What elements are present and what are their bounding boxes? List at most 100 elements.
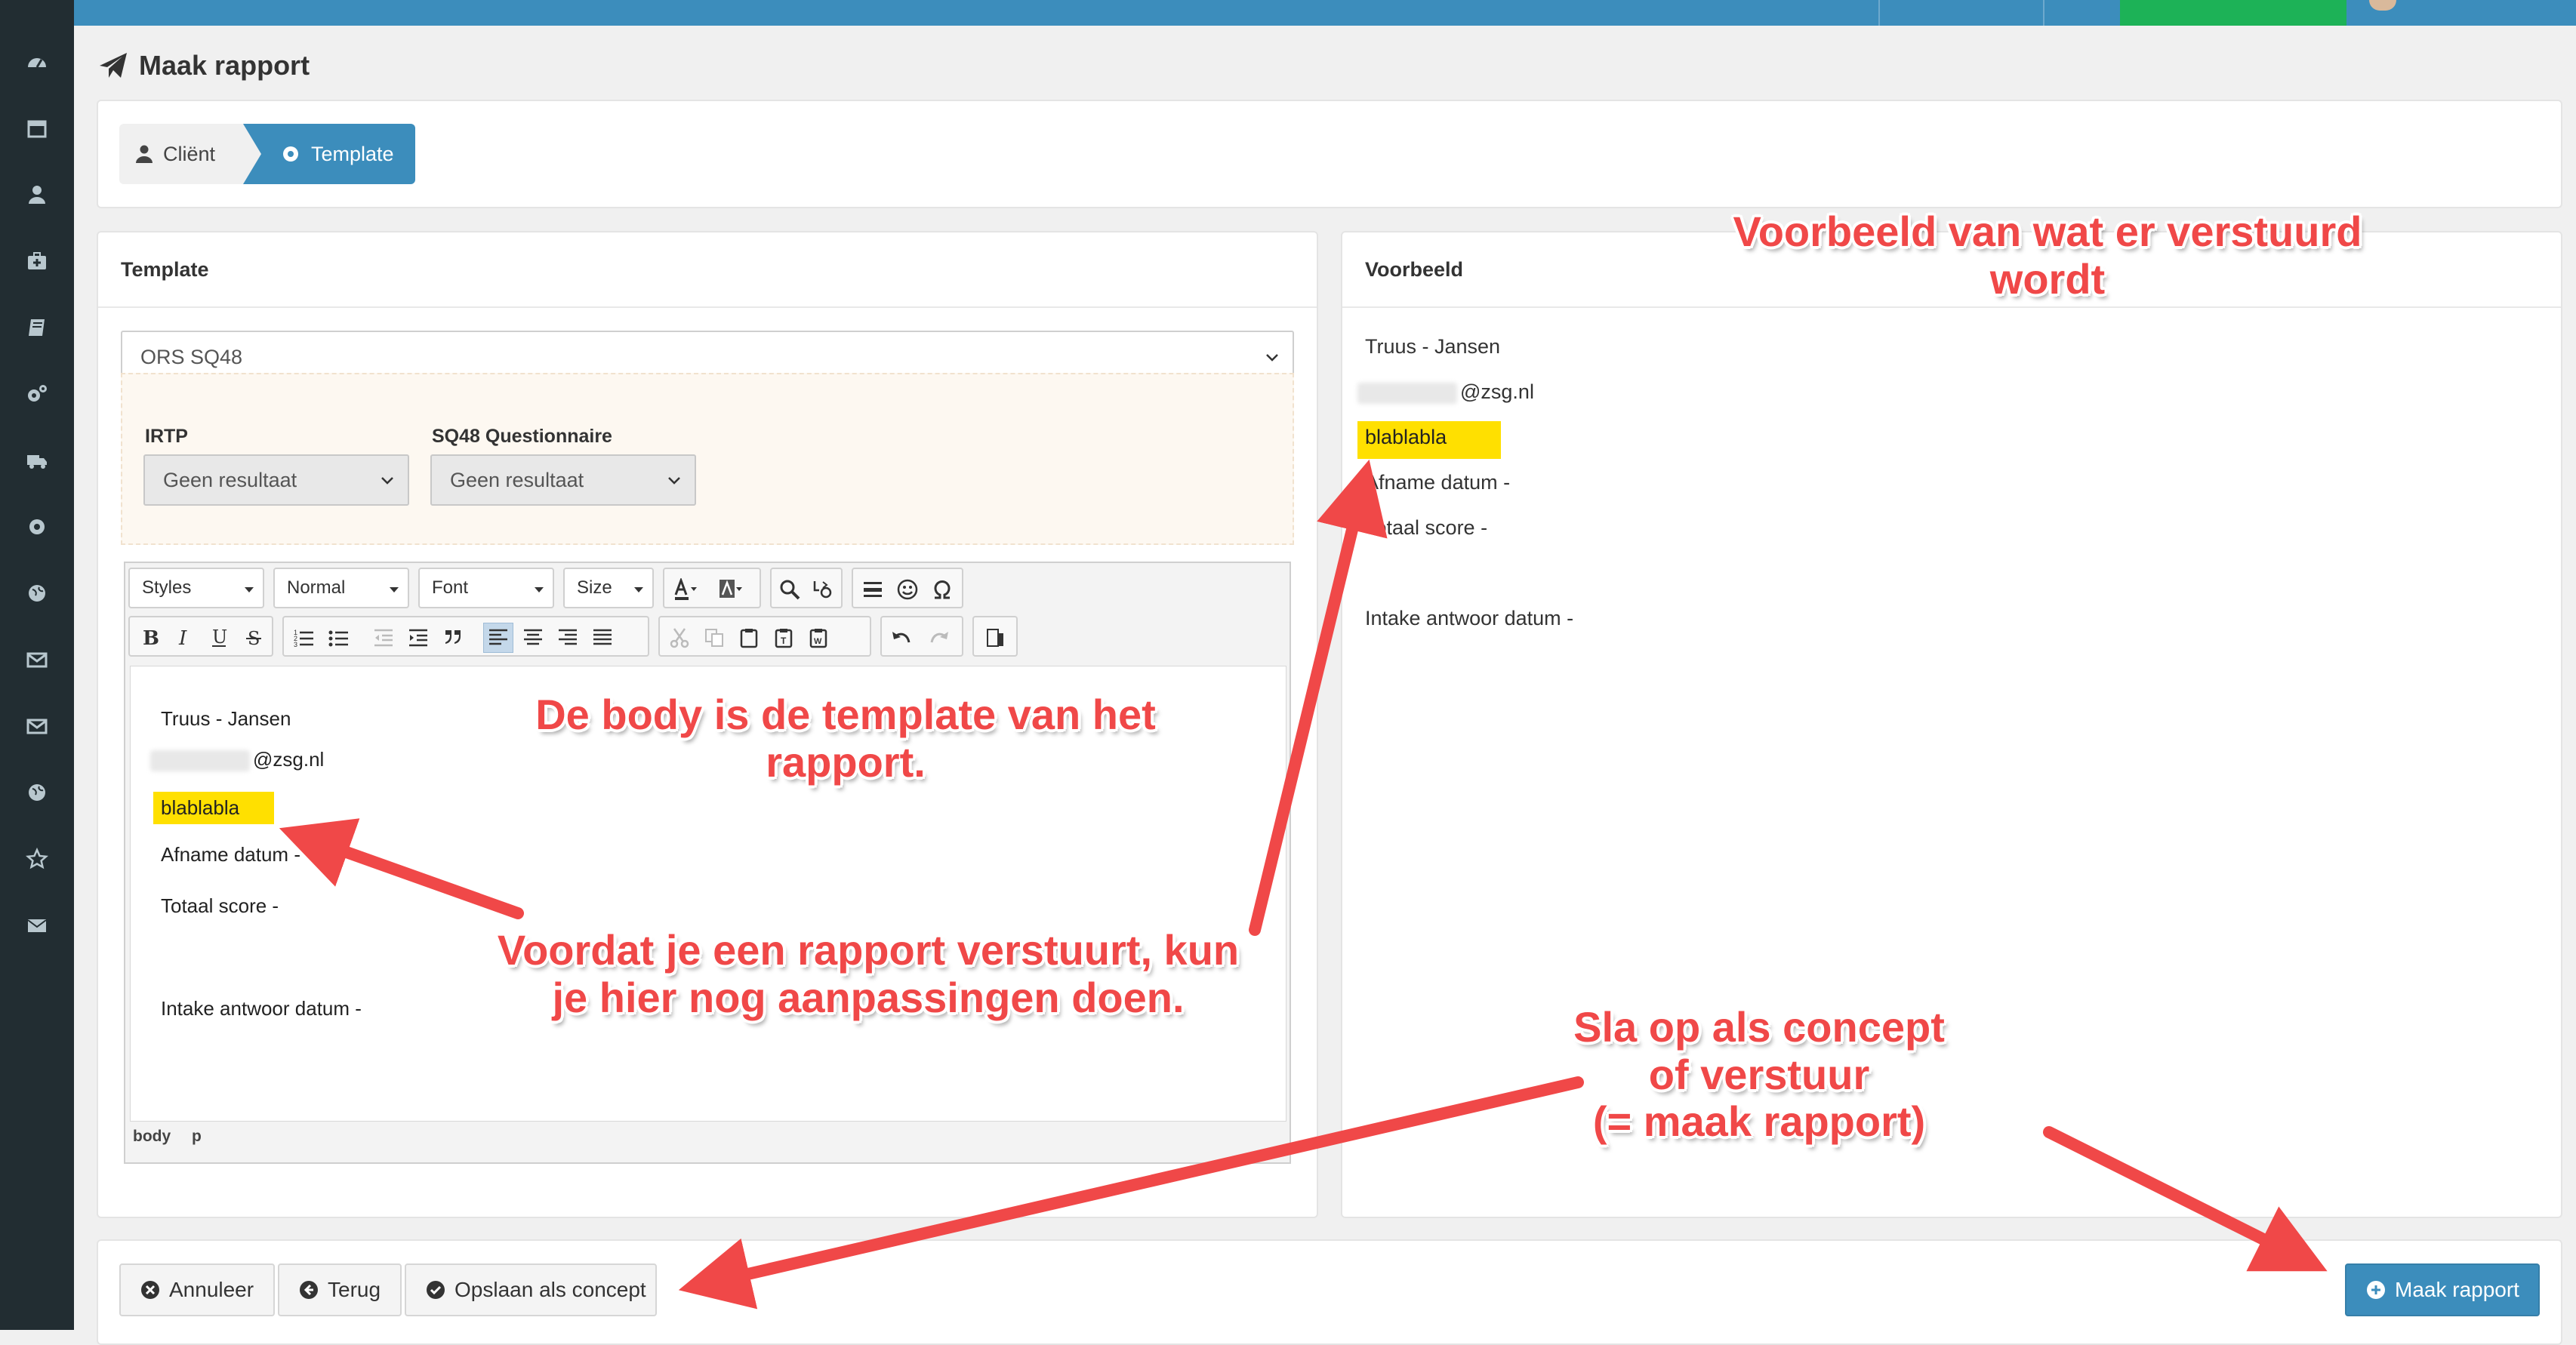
sidebar-item-web[interactable]	[20, 777, 54, 808]
paragraph-group: 123	[282, 616, 649, 657]
paste-button[interactable]	[734, 623, 764, 653]
align-right-icon	[559, 629, 577, 645]
italic-button[interactable]: I	[169, 623, 199, 653]
navbar-status-button[interactable]	[2120, 0, 2346, 26]
wizard-step-template[interactable]: Template	[243, 124, 415, 184]
numbered-list-button[interactable]: 123	[288, 623, 319, 653]
sidebar-item-settings[interactable]	[20, 512, 54, 542]
redacted-email	[1357, 382, 1457, 404]
sidebar-item-messages[interactable]	[20, 711, 54, 741]
back-button-label: Terug	[328, 1278, 381, 1301]
sidebar-item-transport[interactable]	[20, 445, 54, 476]
size-dropdown[interactable]: Size	[563, 568, 654, 608]
scissors-icon	[670, 628, 689, 648]
sidebar-item-globe[interactable]	[20, 578, 54, 608]
avatar[interactable]	[2369, 0, 2396, 11]
basic-styles-group: B I U S	[128, 616, 273, 657]
wizard-arrow-notch	[243, 124, 261, 184]
bulleted-list-button[interactable]	[323, 623, 353, 653]
sidebar-item-inbox[interactable]	[20, 645, 54, 675]
document-source-icon	[987, 629, 1003, 647]
medkit-icon	[28, 252, 46, 269]
save-concept-button[interactable]: Opslaan als concept	[405, 1263, 657, 1316]
source-button[interactable]	[980, 623, 1010, 653]
svg-text:B: B	[143, 627, 159, 648]
strikethrough-icon: S	[246, 628, 261, 648]
svg-text:3: 3	[294, 641, 297, 648]
chevron-down-icon	[381, 477, 393, 485]
envelope-icon	[26, 652, 48, 668]
replace-button[interactable]	[808, 574, 838, 605]
strikethrough-button[interactable]: S	[239, 623, 269, 653]
preview-line-afname: Afname datum -	[1365, 471, 1511, 494]
sidebar-item-favorites[interactable]	[20, 844, 54, 874]
bold-button[interactable]: B	[134, 623, 165, 653]
copy-button[interactable]	[699, 623, 729, 653]
path-body[interactable]: body	[133, 1128, 171, 1145]
editor-line-afname: Afname datum -	[161, 843, 300, 866]
top-navbar	[0, 0, 2576, 26]
indent-icon	[409, 629, 427, 647]
bold-icon: B	[143, 627, 159, 648]
sidebar-item-calendar[interactable]	[20, 113, 54, 143]
indent-button[interactable]	[403, 623, 433, 653]
font-dropdown[interactable]: Font	[418, 568, 554, 608]
navbar-divider	[1878, 0, 1880, 26]
svg-text:I: I	[178, 627, 187, 648]
paste-text-button[interactable]: T	[769, 623, 799, 653]
sidebar-item-cases[interactable]	[20, 246, 54, 276]
align-left-button[interactable]	[483, 623, 513, 653]
blockquote-button[interactable]	[438, 623, 468, 653]
special-char-button[interactable]	[927, 574, 957, 605]
editor-line-intake: Intake antwoor datum -	[161, 997, 362, 1020]
find-group	[770, 568, 843, 608]
make-report-button-label: Maak rapport	[2395, 1278, 2519, 1301]
bulleted-list-icon	[328, 630, 348, 647]
cut-button[interactable]	[664, 623, 695, 653]
justify-button[interactable]	[587, 623, 618, 653]
styles-dropdown[interactable]: Styles	[128, 568, 264, 608]
format-dropdown-label: Normal	[287, 577, 346, 598]
paste-text-icon: T	[775, 629, 793, 648]
sidebar-item-configuration[interactable]	[20, 379, 54, 409]
wizard-step-client[interactable]: Cliënt	[119, 124, 244, 184]
sq48-select[interactable]: Geen resultaat	[430, 454, 696, 506]
smiley-icon	[897, 579, 918, 600]
redo-button[interactable]	[924, 623, 954, 653]
clipboard-icon	[740, 629, 758, 648]
page-title: Maak rapport	[98, 47, 310, 85]
align-center-button[interactable]	[518, 623, 548, 653]
undo-button[interactable]	[886, 623, 917, 653]
sidebar-item-mail[interactable]	[20, 910, 54, 940]
background-color-button[interactable]	[716, 574, 746, 605]
align-right-button[interactable]	[553, 623, 583, 653]
horizontal-line-button[interactable]	[858, 574, 888, 605]
underline-icon: U	[212, 627, 227, 648]
make-report-button[interactable]: Maak rapport	[2345, 1263, 2540, 1316]
navbar-divider	[2043, 0, 2044, 26]
preview-line-name: Truus - Jansen	[1365, 335, 1501, 358]
sidebar-item-clients[interactable]	[20, 180, 54, 210]
italic-icon: I	[178, 627, 187, 648]
outdent-button[interactable]	[368, 623, 399, 653]
sidebar-item-book[interactable]	[20, 312, 54, 343]
template-panel-header: Template	[98, 232, 1317, 308]
background-color-icon	[719, 580, 742, 598]
sidebar-item-dashboard[interactable]	[20, 47, 54, 77]
emoji-button[interactable]	[892, 574, 923, 605]
close-circle-icon	[141, 1281, 159, 1299]
sq48-select-value: Geen resultaat	[450, 468, 584, 491]
irtp-select[interactable]: Geen resultaat	[143, 454, 409, 506]
text-color-button[interactable]	[670, 574, 701, 605]
format-dropdown[interactable]: Normal	[273, 568, 409, 608]
paste-word-button[interactable]: W	[803, 623, 834, 653]
envelope-solid-icon	[27, 919, 47, 932]
underline-button[interactable]: U	[204, 623, 234, 653]
find-button[interactable]	[775, 574, 805, 605]
cancel-button[interactable]: Annuleer	[119, 1263, 275, 1316]
back-button[interactable]: Terug	[278, 1263, 402, 1316]
envelope-outline-icon	[26, 719, 48, 734]
path-p[interactable]: p	[192, 1128, 202, 1145]
wizard-step-template-label: Template	[311, 142, 394, 165]
editor-line-email: @zsg.nl	[150, 748, 324, 772]
